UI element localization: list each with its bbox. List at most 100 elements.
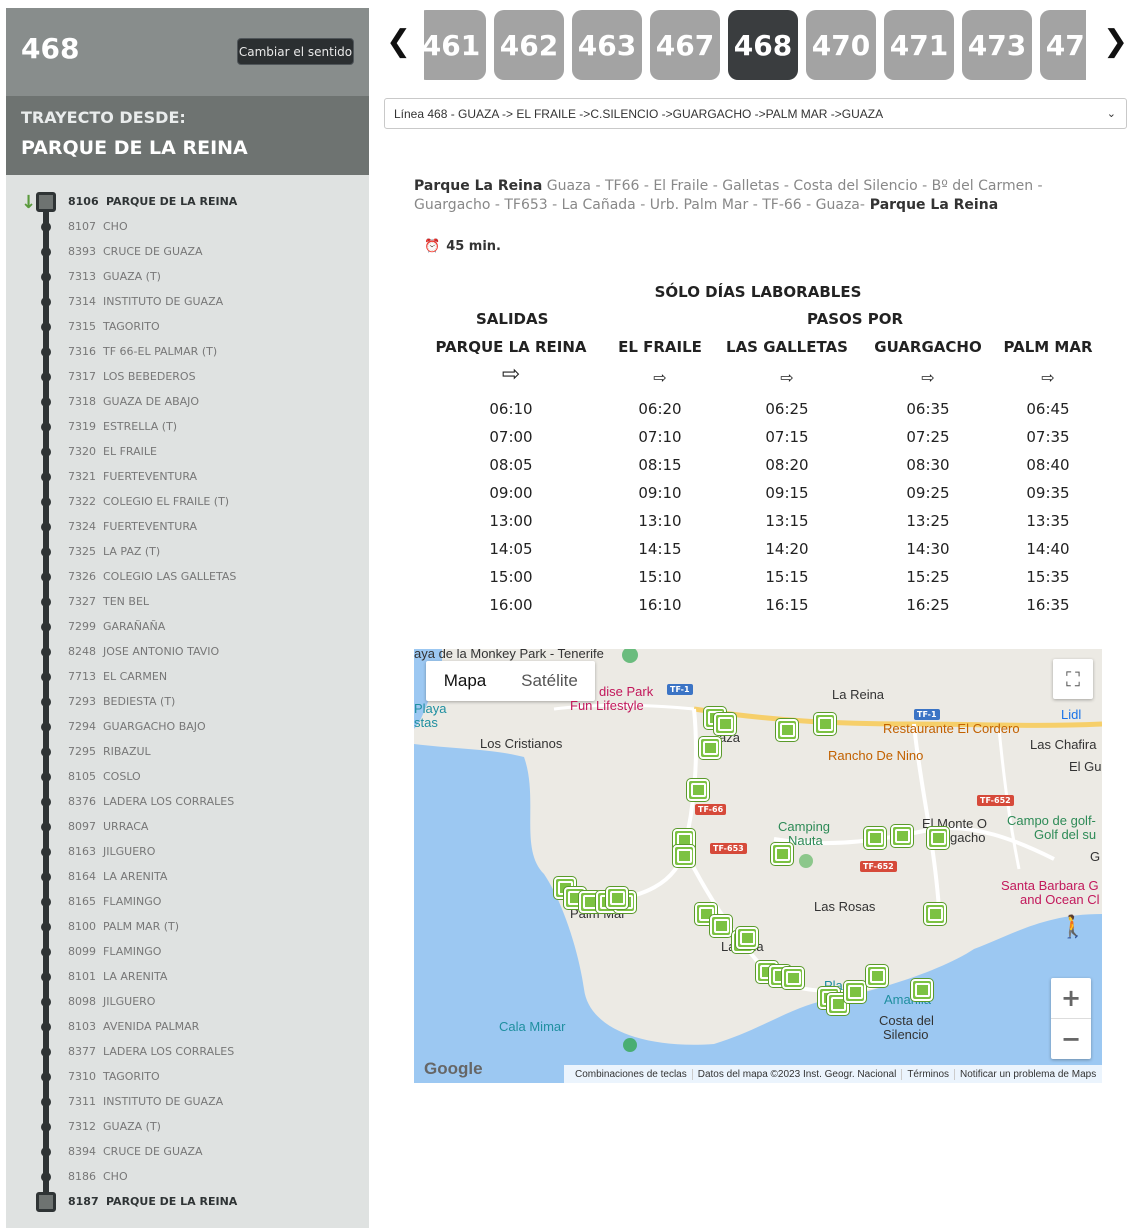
report-problem-link[interactable]: Notificar un problema de Maps xyxy=(954,1068,1101,1080)
stop-item[interactable]: 8097 URRACA xyxy=(6,815,369,840)
stop-item[interactable]: 8165 FLAMINGO xyxy=(6,890,369,915)
stop-dot xyxy=(41,547,51,557)
stop-item[interactable]: 7293 BEDIESTA (T) xyxy=(6,690,369,715)
stop-item[interactable]: 7317 LOS BEBEDEROS xyxy=(6,365,369,390)
stop-item[interactable]: 7326 COLEGIO LAS GALLETAS xyxy=(6,565,369,590)
map-label-golf1: Campo de golf- xyxy=(1007,813,1096,828)
stop-item[interactable]: 7299 GARAÑAÑA xyxy=(6,615,369,640)
bus-stop-marker-icon[interactable] xyxy=(814,713,836,735)
line-tab-467[interactable]: 467 xyxy=(650,10,720,80)
line-tab-461[interactable]: 461 xyxy=(424,10,486,80)
stop-item[interactable]: 8163 JILGUERO xyxy=(6,840,369,865)
bus-stop-marker-icon[interactable] xyxy=(864,827,886,849)
line-tab-468[interactable]: 468 xyxy=(728,10,798,80)
bus-stop-marker-icon[interactable] xyxy=(844,981,866,1003)
stop-item[interactable]: 8103 AVENIDA PALMAR xyxy=(6,1015,369,1040)
bus-stop-marker-icon[interactable] xyxy=(710,915,732,937)
stop-item[interactable]: 8186 CHO xyxy=(6,1165,369,1190)
stop-dot xyxy=(41,672,51,682)
zoom-in-button[interactable]: + xyxy=(1051,978,1091,1018)
map-type-satelite[interactable]: Satélite xyxy=(504,661,595,701)
bus-stop-marker-icon[interactable] xyxy=(927,827,949,849)
stop-item[interactable]: 7311 INSTITUTO DE GUAZA xyxy=(6,1090,369,1115)
stop-item[interactable]: 7713 EL CARMEN xyxy=(6,665,369,690)
route-sidebar: 468 Cambiar el sentido TRAYECTO DESDE: P… xyxy=(6,8,369,1228)
stop-item[interactable]: 7318 GUAZA DE ABAJO xyxy=(6,390,369,415)
stop-item[interactable]: 8107 CHO xyxy=(6,215,369,240)
stop-item[interactable]: 8101 LA ARENITA xyxy=(6,965,369,990)
map-type-mapa[interactable]: Mapa xyxy=(426,661,504,701)
route-header: 468 Cambiar el sentido xyxy=(6,8,369,96)
line-tab-462[interactable]: 462 xyxy=(494,10,564,80)
bus-stop-marker-icon[interactable] xyxy=(924,903,946,925)
stop-dot xyxy=(41,622,51,632)
stop-item[interactable]: 7320 EL FRAILE xyxy=(6,440,369,465)
stop-item[interactable]: 7314 INSTITUTO DE GUAZA xyxy=(6,290,369,315)
bus-stop-marker-icon[interactable] xyxy=(866,965,888,987)
stop-item[interactable]: 7312 GUAZA (T) xyxy=(6,1115,369,1140)
bus-stop-marker-icon[interactable] xyxy=(736,927,758,949)
line-tab-471[interactable]: 471 xyxy=(884,10,954,80)
stop-name: LADERA LOS CORRALES xyxy=(103,795,235,808)
street-view-pegman-icon[interactable]: 🚶 xyxy=(1059,908,1087,946)
stop-item[interactable]: 7310 TAGORITO xyxy=(6,1065,369,1090)
stop-item[interactable]: 7294 GUARGACHO BAJO xyxy=(6,715,369,740)
schedule-time-cell: 06:20 xyxy=(638,400,682,418)
stop-item[interactable]: 7325 LA PAZ (T) xyxy=(6,540,369,565)
bus-stop-marker-icon[interactable] xyxy=(782,967,804,989)
schedule-time-cell: 13:15 xyxy=(765,512,809,530)
stop-item[interactable]: 7327 TEN BEL xyxy=(6,590,369,615)
stop-item[interactable]: 8248 JOSE ANTONIO TAVIO xyxy=(6,640,369,665)
stop-item[interactable]: 8394 CRUCE DE GUAZA xyxy=(6,1140,369,1165)
stop-name: AVENIDA PALMAR xyxy=(103,1020,200,1033)
bus-stop-marker-icon[interactable] xyxy=(776,719,798,741)
stop-item[interactable]: 7321 FUERTEVENTURA xyxy=(6,465,369,490)
stop-item[interactable]: 8376 LADERA LOS CORRALES xyxy=(6,790,369,815)
zoom-out-button[interactable]: − xyxy=(1051,1019,1091,1059)
stop-item[interactable]: 7316 TF 66-EL PALMAR (T) xyxy=(6,340,369,365)
stop-item[interactable]: ↓ 8106 PARQUE DE LA REINA xyxy=(6,190,369,215)
line-tab-475[interactable]: 475 xyxy=(1040,10,1086,80)
stop-name: LOS BEBEDEROS xyxy=(103,370,196,383)
prev-line-arrow-icon[interactable]: ❮ xyxy=(386,24,411,59)
bus-stop-marker-icon[interactable] xyxy=(606,887,628,909)
stop-item[interactable]: 7319 ESTRELLA (T) xyxy=(6,415,369,440)
next-line-arrow-icon[interactable]: ❯ xyxy=(1103,24,1128,59)
bus-stop-marker-icon[interactable] xyxy=(771,843,793,865)
stop-item[interactable]: 7313 GUAZA (T) xyxy=(6,265,369,290)
bus-stop-marker-icon[interactable] xyxy=(714,713,736,735)
road-sign-tf652-b: TF-652 xyxy=(860,861,897,872)
bus-stop-marker-icon[interactable] xyxy=(891,825,913,847)
desc-end: Parque La Reina xyxy=(864,197,999,213)
bus-stop-marker-icon[interactable] xyxy=(699,737,721,759)
fullscreen-icon[interactable]: ⛶ xyxy=(1053,659,1093,699)
stop-item[interactable]: 7315 TAGORITO xyxy=(6,315,369,340)
stop-item[interactable]: 8164 LA ARENITA xyxy=(6,865,369,890)
stop-dot xyxy=(41,847,51,857)
stop-item[interactable]: 7322 COLEGIO EL FRAILE (T) xyxy=(6,490,369,515)
change-direction-button[interactable]: Cambiar el sentido xyxy=(237,38,354,65)
trip-from-label: TRAYECTO DESDE: xyxy=(21,108,186,127)
line-tab-470[interactable]: 470 xyxy=(806,10,876,80)
line-select[interactable]: Línea 468 - GUAZA -> EL FRAILE ->C.SILEN… xyxy=(384,98,1127,129)
stop-item[interactable]: 8099 FLAMINGO xyxy=(6,940,369,965)
stop-code: 7317 xyxy=(68,370,96,383)
stop-item[interactable]: 7324 FUERTEVENTURA xyxy=(6,515,369,540)
bus-stop-marker-icon[interactable] xyxy=(687,779,709,801)
stop-item[interactable]: 8393 CRUCE DE GUAZA xyxy=(6,240,369,265)
stop-item[interactable]: 8100 PALM MAR (T) xyxy=(6,915,369,940)
terms-link[interactable]: Términos xyxy=(901,1068,954,1080)
stop-item[interactable]: 8187 PARQUE DE LA REINA xyxy=(6,1190,369,1215)
bus-stop-marker-icon[interactable] xyxy=(673,845,695,867)
stop-name: TAGORITO xyxy=(103,1070,160,1083)
line-tab-463[interactable]: 463 xyxy=(572,10,642,80)
stop-dot xyxy=(41,1097,51,1107)
stop-item[interactable]: 8098 JILGUERO xyxy=(6,990,369,1015)
line-tab-473[interactable]: 473 xyxy=(962,10,1032,80)
bus-stop-marker-icon[interactable] xyxy=(911,979,933,1001)
keyboard-shortcuts-link[interactable]: Combinaciones de teclas xyxy=(570,1069,692,1080)
stop-item[interactable]: 8105 COSLO xyxy=(6,765,369,790)
stop-item[interactable]: 8377 LADERA LOS CORRALES xyxy=(6,1040,369,1065)
route-map[interactable]: Mapa Satélite ⛶ aya de la Monkey Park - … xyxy=(414,649,1102,1083)
stop-item[interactable]: 7295 RIBAZUL xyxy=(6,740,369,765)
